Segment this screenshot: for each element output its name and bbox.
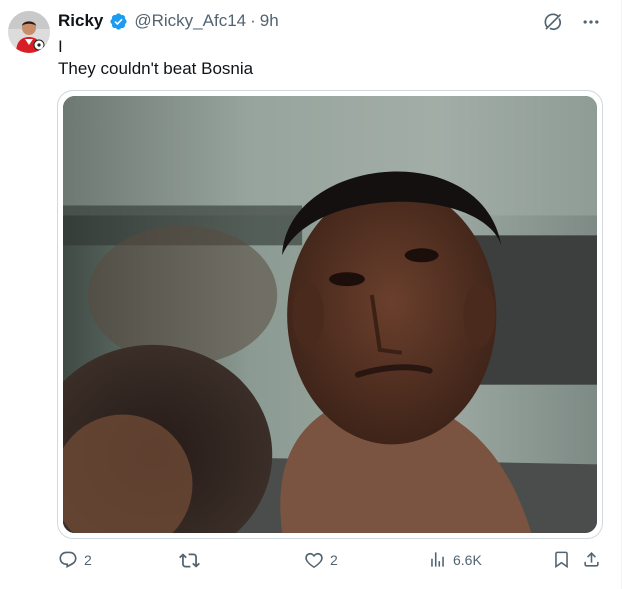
tweet-header: Ricky @Ricky_Afc14 · 9h: [58, 10, 279, 32]
reply-icon: [59, 551, 77, 568]
tweet-text-line: I: [58, 37, 63, 56]
author-name[interactable]: Ricky: [58, 10, 103, 32]
media-photo[interactable]: [63, 96, 597, 533]
tweet-text-line: They couldn't beat Bosnia: [58, 59, 254, 78]
tweet-text: I They couldn't beat Bosnia: [58, 36, 253, 80]
more-options-icon[interactable]: [581, 12, 601, 32]
views-button[interactable]: 6.6K: [428, 550, 482, 569]
bookmark-button[interactable]: [552, 550, 571, 569]
avatar-image: [8, 11, 50, 53]
views-count: 6.6K: [453, 551, 482, 568]
reply-button[interactable]: 2: [58, 550, 92, 570]
share-icon: [584, 552, 599, 567]
retweet-icon: [179, 553, 200, 568]
tweet-media[interactable]: [57, 90, 603, 539]
avatar[interactable]: [8, 11, 50, 53]
share-button[interactable]: [582, 550, 601, 569]
heart-icon: [305, 552, 323, 569]
views-icon: [431, 552, 444, 567]
retweet-button[interactable]: [179, 550, 206, 571]
like-count: 2: [330, 552, 338, 568]
tweet[interactable]: Ricky @Ricky_Afc14 · 9h I They couldn't …: [0, 0, 622, 589]
action-bar: 2 2 6.6K: [58, 550, 599, 574]
author-handle[interactable]: @Ricky_Afc14: [134, 10, 246, 32]
grok-icon[interactable]: [543, 12, 563, 32]
verified-badge-icon: [109, 12, 128, 31]
timestamp[interactable]: 9h: [260, 10, 279, 32]
reply-count: 2: [84, 552, 92, 568]
separator-dot: ·: [250, 11, 256, 30]
photo-image: [63, 96, 597, 533]
like-button[interactable]: 2: [304, 550, 338, 570]
bookmark-icon: [555, 551, 568, 569]
top-actions: [543, 12, 601, 32]
